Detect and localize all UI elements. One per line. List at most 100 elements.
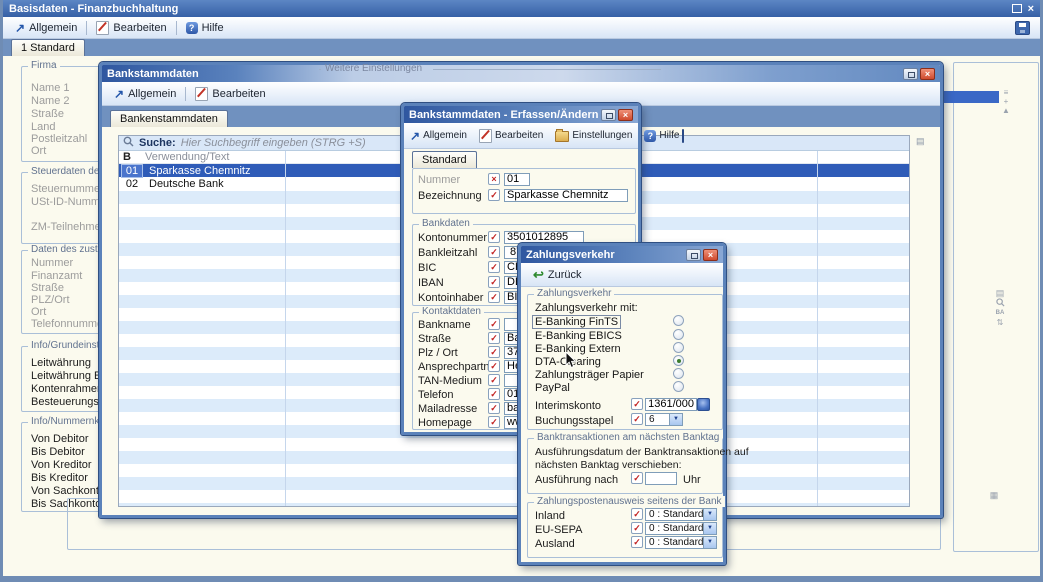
dropdown-arrow-icon[interactable]: ▼ xyxy=(669,414,682,425)
edit-menu-einstellungen[interactable]: Einstellungen xyxy=(552,128,635,143)
option-paypal[interactable]: PayPal xyxy=(535,382,570,394)
option-ebanking-fints[interactable]: E-Banking FinTS xyxy=(532,315,621,329)
payment-window-title: Zahlungsverkehr xyxy=(526,249,615,261)
eu-sepa-checkbox[interactable]: ✓ xyxy=(631,522,643,534)
bankname-checkbox[interactable]: ✓ xyxy=(488,318,500,330)
bezeichnung-input[interactable]: Sparkasse Chemnitz xyxy=(504,189,628,202)
homepage-checkbox[interactable]: ✓ xyxy=(488,416,500,428)
buchungsstapel-checkbox[interactable]: ✓ xyxy=(631,413,643,425)
tab-bankenstammdaten[interactable]: Bankenstammdaten xyxy=(110,110,228,127)
field-label: Bankname xyxy=(418,319,471,331)
radio-ebanking-fints[interactable] xyxy=(673,315,684,326)
mouse-cursor xyxy=(565,352,578,375)
column-header-text[interactable]: Verwendung/Text xyxy=(145,151,229,163)
main-close-button[interactable]: × xyxy=(1028,4,1034,14)
bank-restore-button[interactable] xyxy=(903,68,918,80)
inland-dropdown[interactable]: 0 : Standard ▼ xyxy=(645,508,717,521)
menu-bearbeiten[interactable]: Bearbeiten xyxy=(90,19,172,37)
radio-ebanking-extern[interactable] xyxy=(673,342,684,353)
dropdown-arrow-icon[interactable]: ▼ xyxy=(703,509,716,520)
background-grid-button[interactable]: ▦ xyxy=(987,491,1001,500)
bezeichnung-checkbox[interactable]: ✓ xyxy=(488,189,500,201)
sort-icon[interactable]: ⇅ xyxy=(993,318,1007,327)
field-label: Kontoinhaber xyxy=(418,292,483,304)
menu-hilfe-label: Hilfe xyxy=(202,22,224,34)
nummer-lock-checkbox[interactable]: × xyxy=(488,173,500,185)
field-label: Von Debitor xyxy=(31,433,88,445)
telefon-checkbox[interactable]: ✓ xyxy=(488,388,500,400)
eu-sepa-label: EU-SEPA xyxy=(535,524,582,536)
ausfuehrung-input[interactable] xyxy=(645,472,677,485)
field-label: Ort xyxy=(31,145,46,157)
edit-icon xyxy=(195,87,208,101)
banktransaktionen-text-line1: Ausführungsdatum der Banktransaktionen a… xyxy=(535,446,749,458)
kontonummer-checkbox[interactable]: ✓ xyxy=(488,231,500,243)
plzort-checkbox[interactable]: ✓ xyxy=(488,346,500,358)
tab-standard[interactable]: Standard xyxy=(412,151,477,168)
edit-menu-allgemein[interactable]: ↗ Allgemein xyxy=(407,129,470,142)
bank-menu-allgemein[interactable]: ↗ Allgemein xyxy=(108,86,182,102)
field-label: Name 1 xyxy=(31,82,70,94)
interimskonto-checkbox[interactable]: ✓ xyxy=(631,398,643,410)
save-icon[interactable] xyxy=(1015,21,1030,35)
interimskonto-input[interactable]: 1361/000 xyxy=(645,398,697,411)
up-icon[interactable]: ▲ xyxy=(999,106,1013,115)
grid-icon[interactable]: ▦ xyxy=(987,491,1001,500)
column-options-icon[interactable]: ▤ xyxy=(916,137,925,146)
nummer-input[interactable]: 01 xyxy=(504,173,530,186)
menu-hilfe[interactable]: ? Hilfe xyxy=(180,20,230,36)
option-ebanking-ebics[interactable]: E-Banking EBICS xyxy=(535,330,622,342)
bank-close-button[interactable]: × xyxy=(920,68,935,80)
rows-icon[interactable]: ≡ xyxy=(999,88,1013,97)
tab-1-standard[interactable]: 1 Standard xyxy=(11,39,85,56)
field-label: Ort xyxy=(31,306,46,318)
edit-menu-bearbeiten[interactable]: Bearbeiten xyxy=(476,128,546,144)
magnifier-icon[interactable] xyxy=(993,298,1007,309)
dropdown-arrow-icon[interactable]: ▼ xyxy=(703,523,716,534)
dropdown-arrow-icon[interactable]: ▼ xyxy=(703,537,716,548)
bic-checkbox[interactable]: ✓ xyxy=(488,261,500,273)
bankleitzahl-checkbox[interactable]: ✓ xyxy=(488,246,500,258)
mailadresse-checkbox[interactable]: ✓ xyxy=(488,402,500,414)
payment-close-button[interactable]: × xyxy=(703,249,718,261)
column-header-b[interactable]: B xyxy=(119,151,145,163)
bank-menu-bearbeiten[interactable]: Bearbeiten xyxy=(189,85,271,103)
radio-ebanking-ebics[interactable] xyxy=(673,329,684,340)
main-toolbar: ↗ Allgemein Bearbeiten ? Hilfe xyxy=(3,17,1040,39)
menu-allgemein[interactable]: ↗ Allgemein xyxy=(9,20,83,36)
payment-window: Zahlungsverkehr × ↩ Zurück Zahlungsverke… xyxy=(518,243,726,565)
inland-checkbox[interactable]: ✓ xyxy=(631,508,643,520)
ausland-checkbox[interactable]: ✓ xyxy=(631,536,643,548)
row-text: Sparkasse Chemnitz xyxy=(142,165,251,177)
field-label: Land xyxy=(31,121,55,133)
grid-icon[interactable]: ▤ xyxy=(993,289,1007,298)
radio-zahlungstraeger-papier[interactable] xyxy=(673,368,684,379)
ausland-dropdown[interactable]: 0 : Standard ▼ xyxy=(645,536,717,549)
main-restore-button[interactable] xyxy=(1012,4,1022,13)
application-root: Basisdaten - Finanzbuchhaltung × ↗ Allge… xyxy=(0,0,1043,582)
ba-icon[interactable]: BA xyxy=(993,309,1007,318)
field-label: Von Kreditor xyxy=(31,459,92,471)
plus-icon[interactable]: + xyxy=(999,97,1013,106)
edit-restore-button[interactable] xyxy=(601,109,616,121)
eu-sepa-dropdown[interactable]: 0 : Standard ▼ xyxy=(645,522,717,535)
iban-checkbox[interactable]: ✓ xyxy=(488,276,500,288)
tanmedium-checkbox[interactable]: ✓ xyxy=(488,374,500,386)
radio-dta-clearing-selected[interactable] xyxy=(673,355,684,366)
ansprechpartner-checkbox[interactable]: ✓ xyxy=(488,360,500,372)
background-spinner-icons[interactable]: ≡ + ▲ xyxy=(999,88,1013,115)
payment-toolbar: ↩ Zurück xyxy=(521,263,723,287)
kontoinhaber-checkbox[interactable]: ✓ xyxy=(488,291,500,303)
option-zahlungstraeger-papier[interactable]: Zahlungsträger Papier xyxy=(535,369,644,381)
field-label: Plz / Ort xyxy=(418,347,458,359)
background-side-toolbar[interactable]: ▤ BA ⇅ xyxy=(993,289,1007,327)
radio-paypal[interactable] xyxy=(673,381,684,392)
edit-close-button[interactable]: × xyxy=(618,109,633,121)
edit-menu-hilfe[interactable]: ? Hilfe xyxy=(641,129,682,143)
back-button[interactable]: ↩ Zurück xyxy=(527,267,588,283)
payment-restore-button[interactable] xyxy=(686,249,701,261)
ausfuehrung-checkbox[interactable]: ✓ xyxy=(631,472,643,484)
interimskonto-spinner[interactable] xyxy=(697,398,710,411)
strasse-checkbox[interactable]: ✓ xyxy=(488,332,500,344)
buchungsstapel-dropdown[interactable]: 6 ▼ xyxy=(645,413,683,426)
